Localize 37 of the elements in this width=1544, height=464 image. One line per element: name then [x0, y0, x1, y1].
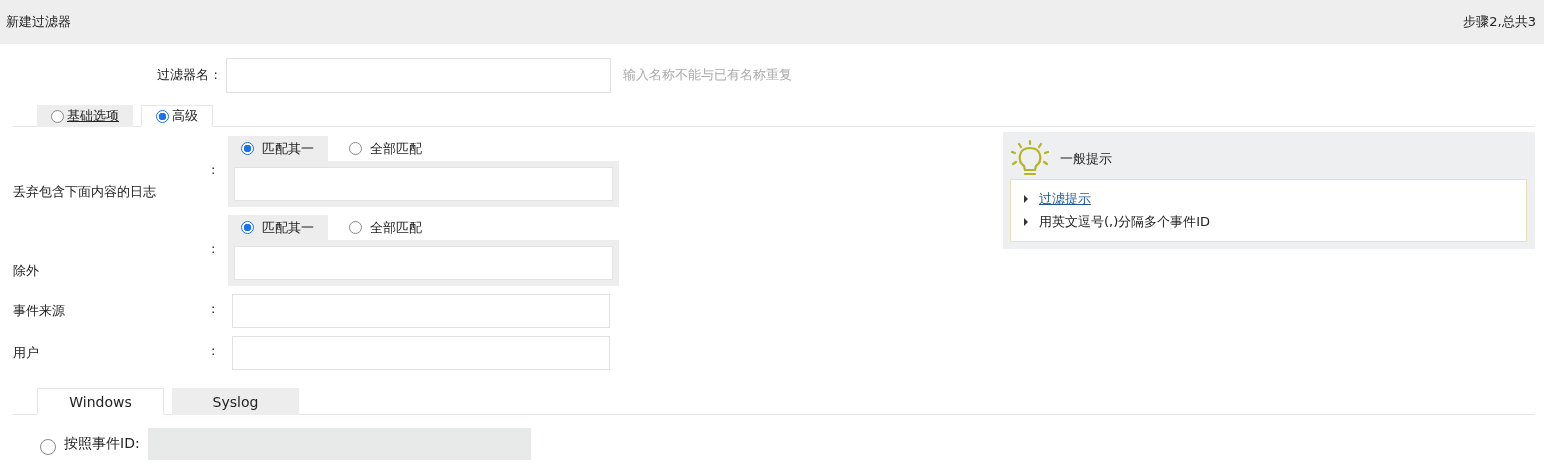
source-tab[interactable]: Syslog — [172, 388, 299, 415]
colon: : — [211, 342, 217, 358]
tip-text: 用英文逗号(,)分隔多个事件ID — [1039, 213, 1211, 231]
radio-button[interactable] — [349, 142, 362, 155]
mode-tab[interactable]: 基础选项 — [37, 105, 133, 127]
match-option[interactable]: 匹配其一 — [228, 215, 328, 240]
step-indicator: 步骤2,总共3 — [1463, 13, 1536, 31]
tips-link[interactable]: 过滤提示 — [1039, 190, 1091, 208]
bullet-icon — [1023, 218, 1029, 226]
field-label: 用户 — [13, 344, 40, 362]
match-option[interactable]: 全部匹配 — [336, 215, 430, 240]
source-tab[interactable]: Windows — [37, 388, 164, 415]
field-label: 丢弃包含下面内容的日志 — [13, 183, 157, 201]
colon: : — [211, 162, 217, 177]
rule-input-field[interactable] — [234, 246, 613, 280]
radio-button[interactable] — [156, 109, 169, 123]
radio-button[interactable] — [241, 221, 254, 234]
radio-button[interactable] — [51, 109, 64, 123]
radio-button[interactable] — [241, 142, 254, 155]
match-option[interactable]: 匹配其一 — [228, 136, 328, 161]
rule-input-field[interactable] — [234, 167, 613, 201]
match-option[interactable]: 全部匹配 — [336, 136, 430, 161]
bullet-icon — [1023, 195, 1029, 203]
field-label: 除外 — [13, 262, 40, 280]
field-label: 事件来源 — [13, 302, 66, 320]
tips-title: 一般提示 — [1060, 149, 1112, 168]
input-field[interactable] — [232, 294, 610, 328]
mode-tab[interactable]: 高级 — [141, 105, 213, 127]
colon: : — [211, 300, 217, 316]
hint-text: 输入名称不能与已有名称重复 — [623, 66, 792, 84]
radio-button[interactable] — [349, 221, 362, 234]
field-label: 按照事件ID: — [64, 435, 140, 453]
field-label: 过滤器名 : — [156, 66, 219, 84]
filter-name-field[interactable] — [226, 57, 611, 93]
colon: : — [211, 241, 217, 256]
input-field[interactable] — [232, 336, 610, 370]
page-title: 新建过滤器 — [6, 13, 71, 31]
